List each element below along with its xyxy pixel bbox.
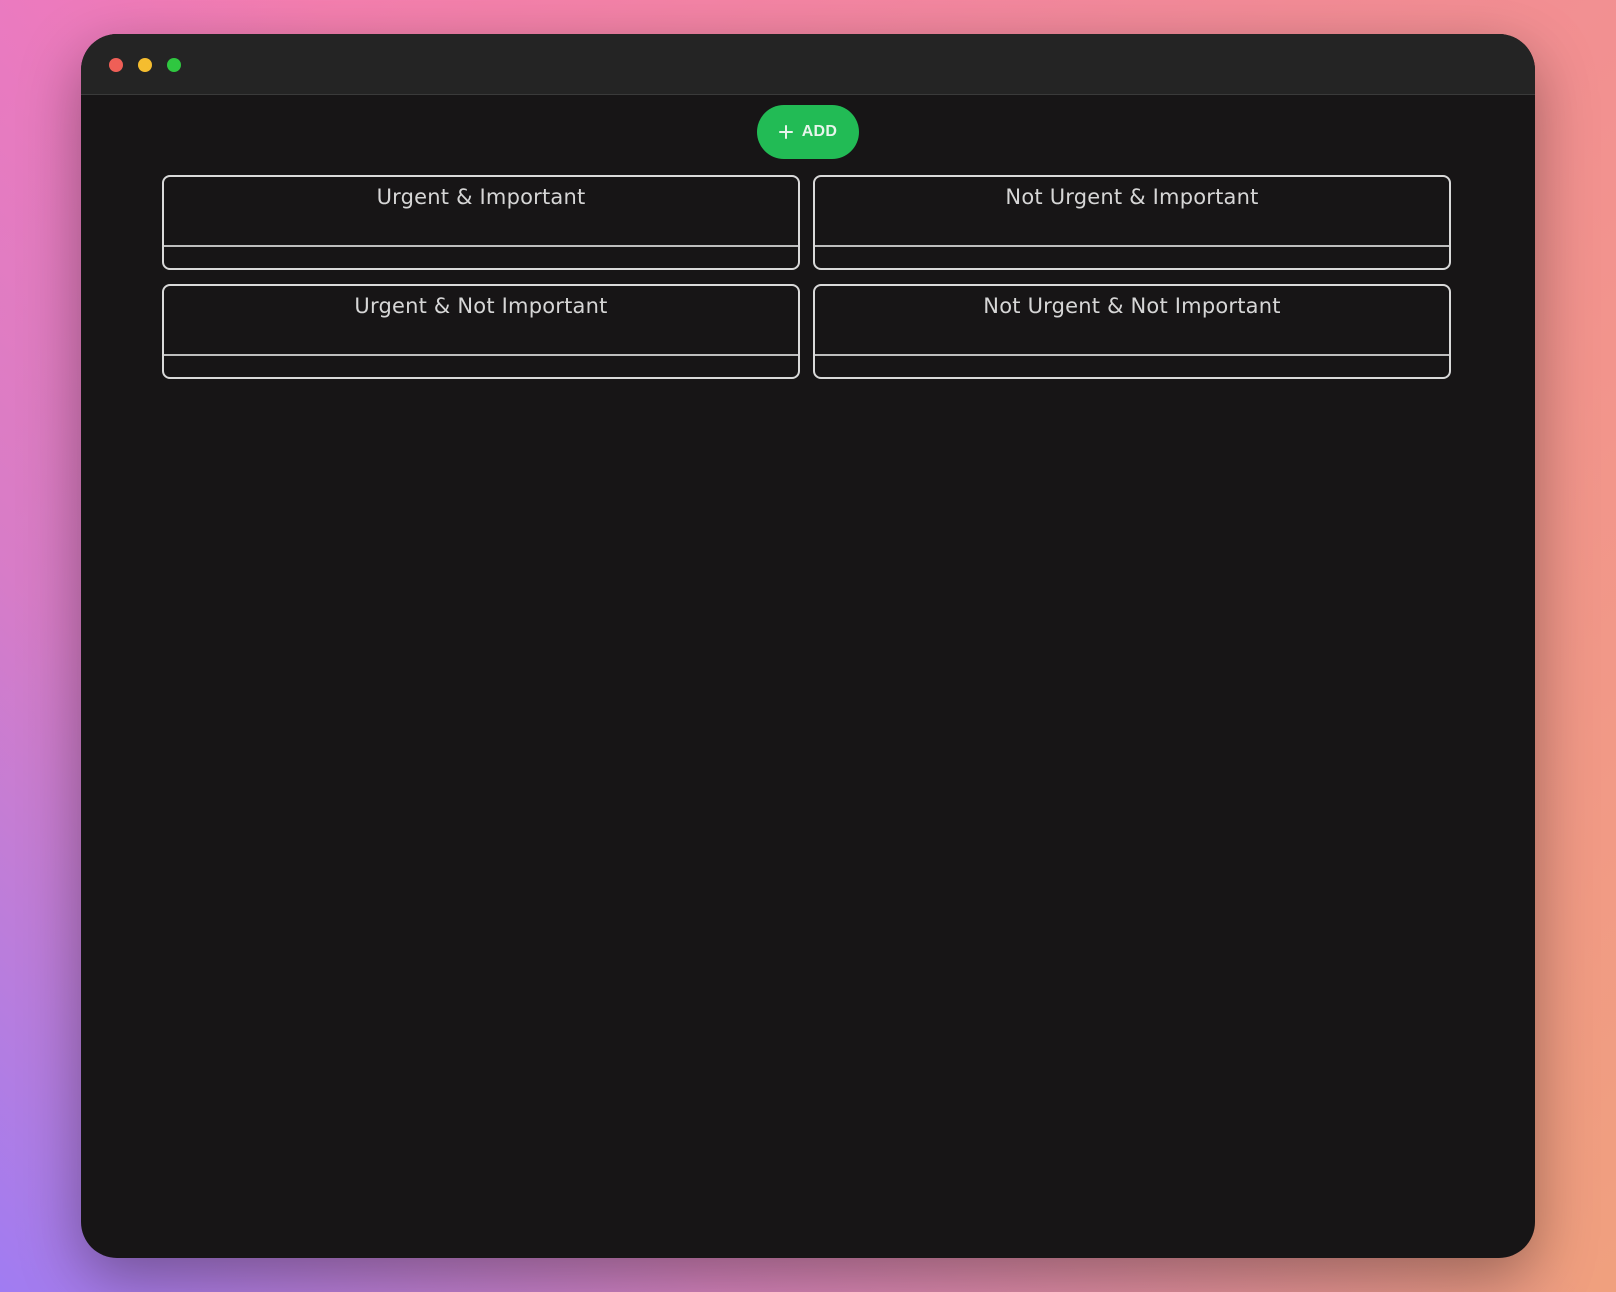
quadrant-title: Not Urgent & Not Important	[983, 294, 1281, 318]
maximize-window-button[interactable]	[167, 58, 181, 72]
quadrant-not-urgent-not-important[interactable]: Not Urgent & Not Important	[813, 284, 1451, 379]
quadrant-urgent-not-important[interactable]: Urgent & Not Important	[162, 284, 800, 379]
add-button[interactable]: ADD	[757, 105, 859, 159]
quadrant-divider	[164, 245, 798, 247]
plus-icon	[778, 125, 793, 139]
close-window-button[interactable]	[109, 58, 123, 72]
minimize-window-button[interactable]	[138, 58, 152, 72]
quadrant-divider	[815, 354, 1449, 356]
quadrant-title: Not Urgent & Important	[1005, 185, 1259, 209]
app-window: ADD Urgent & Important Not Urgent & Impo…	[81, 34, 1535, 1258]
quadrant-divider	[164, 354, 798, 356]
quadrant-urgent-important[interactable]: Urgent & Important	[162, 175, 800, 270]
add-button-label: ADD	[801, 123, 838, 140]
quadrant-divider	[815, 245, 1449, 247]
quadrant-title: Urgent & Important	[376, 185, 586, 209]
window-titlebar	[81, 34, 1535, 95]
quadrant-title: Urgent & Not Important	[354, 294, 608, 318]
quadrant-not-urgent-important[interactable]: Not Urgent & Important	[813, 175, 1451, 270]
